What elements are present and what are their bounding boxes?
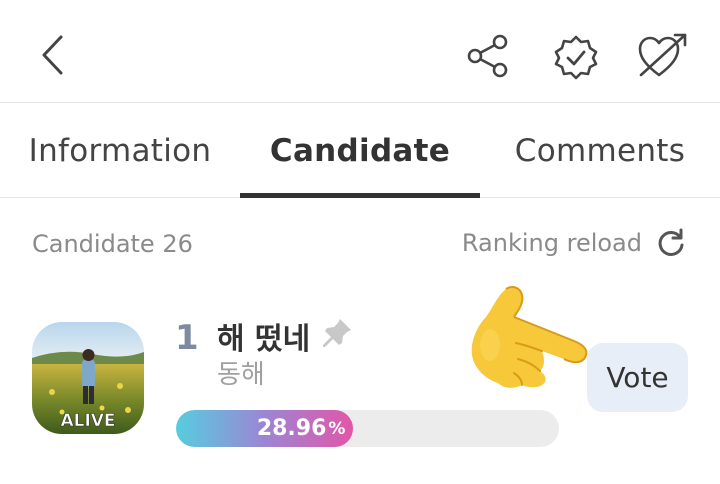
vote-percent-sign: %: [328, 418, 346, 439]
pin-button[interactable]: [320, 316, 354, 350]
pointing-hand-emoji: [471, 286, 588, 388]
artist-name: 동해: [217, 360, 265, 390]
ranking-reload-label: Ranking reload: [461, 229, 642, 257]
album-art-title: ALIVE: [60, 411, 115, 431]
active-tab-indicator: [240, 193, 480, 198]
rank-number: 1: [175, 318, 199, 358]
share-button[interactable]: [464, 32, 512, 80]
vote-percent-label: 28.96%: [176, 410, 353, 447]
share-icon: [467, 34, 508, 78]
heart-arrow-icon: [638, 33, 687, 77]
vote-progress-bar: 28.96%: [176, 410, 559, 447]
reload-icon: [658, 228, 684, 256]
verified-badge-icon: [554, 35, 598, 80]
verified-badge-button[interactable]: [551, 32, 601, 82]
tab-comments[interactable]: Comments: [480, 103, 720, 198]
chevron-left-icon: [42, 35, 63, 75]
album-art[interactable]: ALIVE: [32, 322, 144, 434]
vote-progress-fill: 28.96%: [176, 410, 354, 447]
heart-arrow-button[interactable]: [636, 30, 690, 82]
album-art-image: ALIVE: [32, 322, 144, 434]
vote-button[interactable]: Vote: [587, 343, 688, 412]
tab-bar: Information Candidate Comments: [0, 103, 720, 198]
candidate-count: Candidate 26: [32, 230, 193, 258]
back-button[interactable]: [30, 30, 74, 80]
tab-information[interactable]: Information: [0, 103, 240, 198]
top-bar: [0, 0, 720, 103]
song-title: 해 떴네: [217, 322, 311, 357]
pin-icon: [323, 319, 351, 347]
vote-percent-value: 28.96: [256, 416, 327, 441]
tab-candidate[interactable]: Candidate: [240, 103, 480, 198]
ranking-reload-button[interactable]: Ranking reload: [462, 228, 686, 258]
